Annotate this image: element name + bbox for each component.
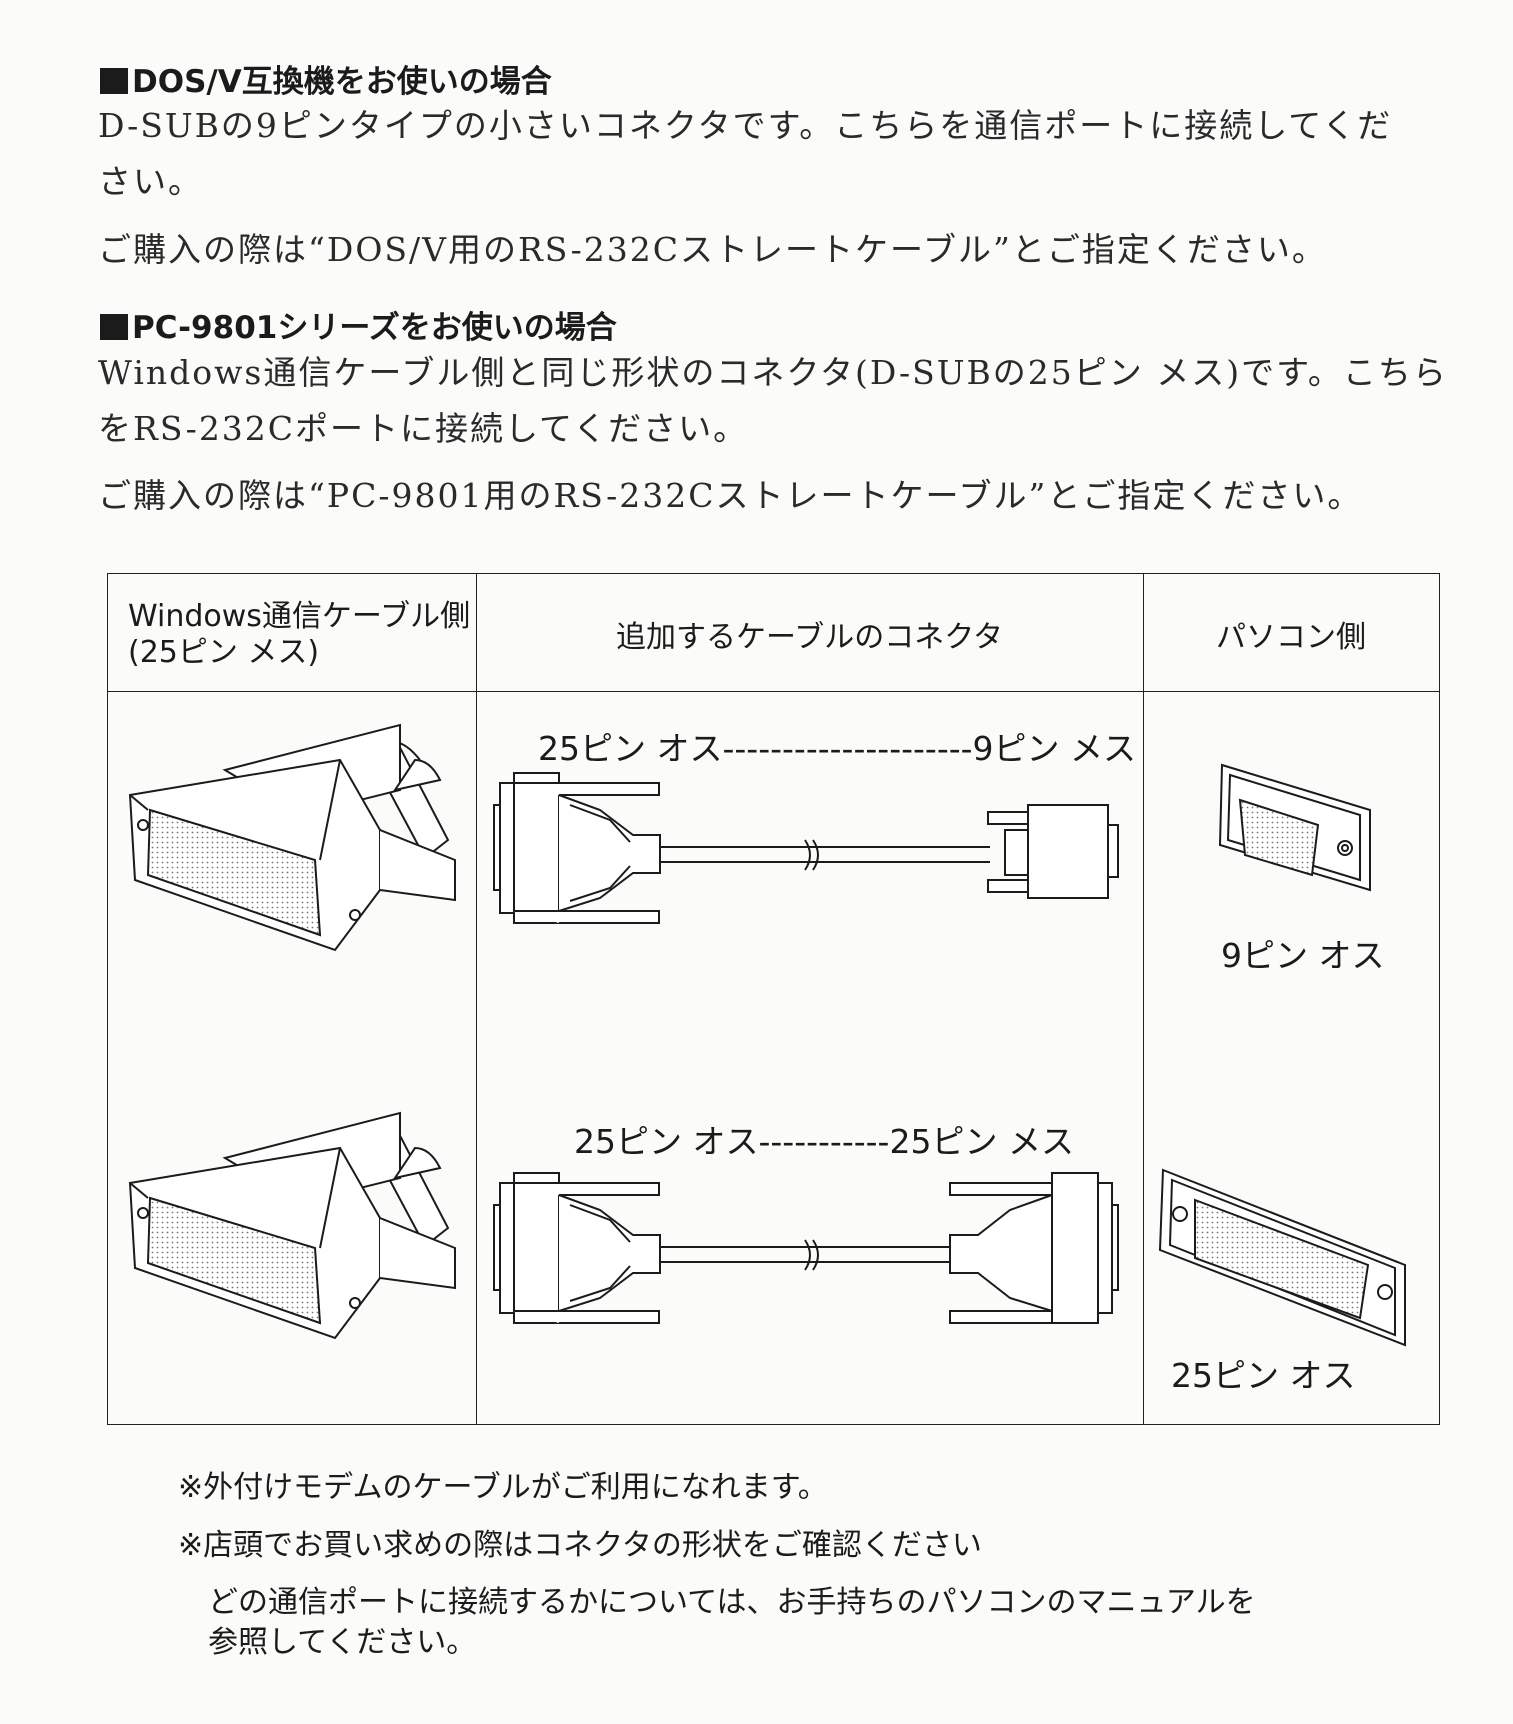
db25-female-connector-icon	[128, 723, 456, 952]
note-port-manual: どの通信ポートに接続するかについては、お手持ちのパソコンのマニュアルを 参照して…	[208, 1583, 1256, 1663]
db25-female-connector-icon	[128, 1111, 456, 1340]
db25-to-db25-cable-icon	[493, 1172, 1119, 1324]
note-check-connector: ※店頭でお買い求めの際はコネクタの形状をご確認ください	[178, 1528, 982, 1563]
note-modem-cable: ※外付けモデムのケーブルがご利用になれます。	[178, 1470, 828, 1505]
db25-to-db9-cable-icon	[493, 772, 1119, 924]
note-port-manual-line2: 参照してください。	[208, 1625, 477, 1660]
note-port-manual-line1: どの通信ポートに接続するかについては、お手持ちのパソコンのマニュアルを	[208, 1585, 1256, 1620]
db9-male-port-icon	[1218, 763, 1371, 892]
db25-male-port-icon	[1158, 1168, 1406, 1347]
